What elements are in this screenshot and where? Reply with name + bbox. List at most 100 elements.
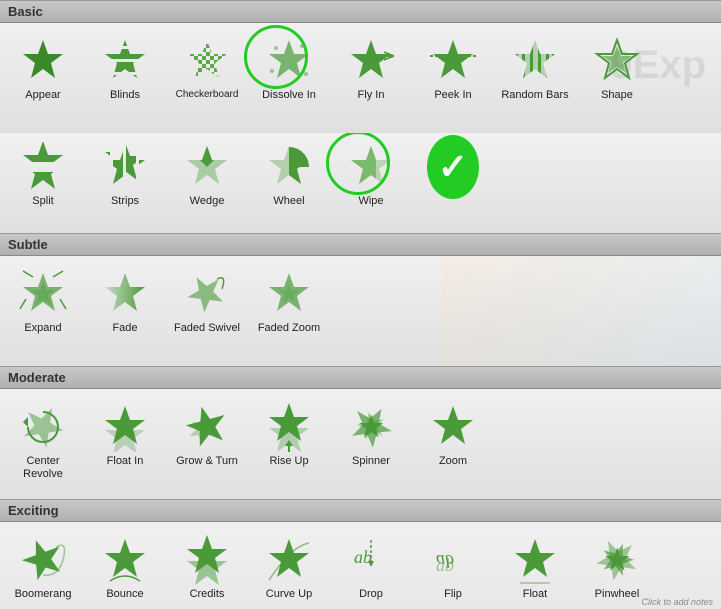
faded-swivel-label: Faded Swivel: [174, 322, 240, 335]
section-header-moderate: Moderate: [0, 366, 721, 389]
anim-split[interactable]: Split: [4, 137, 82, 225]
section-label-basic: Basic: [8, 4, 43, 19]
split-icon: [17, 141, 69, 193]
check-symbol: ✓: [438, 149, 468, 185]
fly-in-icon: [345, 35, 397, 87]
credits-label: Credits: [190, 588, 225, 601]
anim-rise-up[interactable]: Rise Up: [250, 397, 328, 491]
moderate-content: Center Revolve Float In Grow & Turn: [0, 389, 721, 499]
anim-float2[interactable]: Float: [496, 530, 574, 605]
split-label: Split: [32, 195, 53, 208]
shape-label: Shape: [601, 89, 633, 102]
click-to-add-note: Click to add notes: [641, 597, 713, 607]
svg-text:ab: ab: [354, 547, 372, 567]
strips-label: Strips: [111, 195, 139, 208]
curve-up-label: Curve Up: [266, 588, 312, 601]
section-header-subtle: Subtle: [0, 233, 721, 256]
wheel-label: Wheel: [273, 195, 304, 208]
anim-curve-up[interactable]: Curve Up: [250, 530, 328, 605]
blinds-label: Blinds: [110, 89, 140, 102]
anim-grow-turn[interactable]: Grow & Turn: [168, 397, 246, 491]
bounce-icon: [99, 534, 151, 586]
anim-appear[interactable]: Appear: [4, 31, 82, 125]
rise-up-icon: [263, 401, 315, 453]
center-revolve-label: Center Revolve: [6, 455, 80, 481]
zoom-icon: [427, 401, 479, 453]
boomerang-icon: [17, 534, 69, 586]
random-bars-icon: [509, 35, 561, 87]
wheel-icon: [263, 141, 315, 193]
anim-boomerang[interactable]: Boomerang: [4, 530, 82, 605]
spinner-label: Spinner: [352, 455, 390, 468]
anim-random-bars[interactable]: Random Bars: [496, 31, 574, 125]
wipe-icon: [345, 141, 397, 193]
anim-bounce[interactable]: Bounce: [86, 530, 164, 605]
anim-fade[interactable]: Fade: [86, 264, 164, 358]
anim-center-revolve[interactable]: Center Revolve: [4, 397, 82, 491]
rise-up-label: Rise Up: [269, 455, 308, 468]
basic-row2-content: Split Strips Wedge: [0, 133, 721, 233]
zoom-label: Zoom: [439, 455, 467, 468]
checkerboard-icon: [181, 35, 233, 87]
wedge-icon: [181, 141, 233, 193]
anim-wheel[interactable]: Wheel: [250, 137, 328, 225]
anim-checkmark[interactable]: ✓: [414, 137, 492, 225]
spinner-icon: [345, 401, 397, 453]
pinwheel-icon: [591, 534, 643, 586]
section-header-exciting: Exciting: [0, 499, 721, 522]
anim-shape[interactable]: Shape: [578, 31, 656, 125]
appear-icon: [17, 35, 69, 87]
float2-icon: [509, 534, 561, 586]
exciting-content: Boomerang Bounce Credits Curve U: [0, 522, 721, 609]
flip-icon: ab ab: [427, 534, 479, 586]
section-label-exciting: Exciting: [8, 503, 59, 518]
wipe-label: Wipe: [358, 195, 383, 208]
anim-flip[interactable]: ab ab Flip: [414, 530, 492, 605]
anim-wipe[interactable]: Wipe: [332, 137, 410, 225]
dissolve-label: Dissolve In: [262, 89, 316, 102]
grow-turn-label: Grow & Turn: [176, 455, 238, 468]
anim-drop[interactable]: ab Drop: [332, 530, 410, 605]
anim-float-in[interactable]: Float In: [86, 397, 164, 491]
random-bars-label: Random Bars: [501, 89, 568, 102]
svg-text:ab: ab: [436, 555, 454, 575]
anim-wedge[interactable]: Wedge: [168, 137, 246, 225]
anim-faded-zoom[interactable]: Faded Zoom: [250, 264, 328, 358]
expand-label: Expand: [24, 322, 61, 335]
peek-in-icon: [427, 35, 479, 87]
flip-label: Flip: [444, 588, 462, 601]
fade-icon: [99, 268, 151, 320]
peek-in-label: Peek In: [434, 89, 471, 102]
anim-dissolve-in[interactable]: Dissolve In: [250, 31, 328, 125]
anim-peek-in[interactable]: Peek In: [414, 31, 492, 125]
faded-zoom-label: Faded Zoom: [258, 322, 320, 335]
fade-label: Fade: [112, 322, 137, 335]
grow-turn-icon: [181, 401, 233, 453]
section-label-moderate: Moderate: [8, 370, 66, 385]
strips-icon: [99, 141, 151, 193]
checkmark-icon: ✓: [427, 141, 479, 193]
center-revolve-icon: [17, 401, 69, 453]
checkerboard-label: Checker­board: [176, 89, 239, 101]
basic-row1-content: 9Exp Appear Blinds: [0, 23, 721, 133]
anim-fly-in[interactable]: Fly In: [332, 31, 410, 125]
anim-expand[interactable]: Expand: [4, 264, 82, 358]
shape-icon: [591, 35, 643, 87]
drop-label: Drop: [359, 588, 383, 601]
anim-strips[interactable]: Strips: [86, 137, 164, 225]
anim-faded-swivel[interactable]: Faded Swivel: [168, 264, 246, 358]
section-header-basic: Basic: [0, 0, 721, 23]
anim-zoom[interactable]: Zoom: [414, 397, 492, 491]
anim-spinner[interactable]: Spinner: [332, 397, 410, 491]
anim-blinds[interactable]: Blinds: [86, 31, 164, 125]
anim-pinwheel[interactable]: Pinwheel: [578, 530, 656, 605]
float-in-icon: [99, 401, 151, 453]
blinds-icon: [99, 35, 151, 87]
credits-icon: [181, 534, 233, 586]
fly-in-label: Fly In: [358, 89, 385, 102]
drop-icon: ab: [345, 534, 397, 586]
anim-checkerboard[interactable]: Checker­board: [168, 31, 246, 125]
pinwheel-label: Pinwheel: [595, 588, 640, 601]
anim-credits[interactable]: Credits: [168, 530, 246, 605]
subtle-bg-decoration: [441, 256, 721, 366]
